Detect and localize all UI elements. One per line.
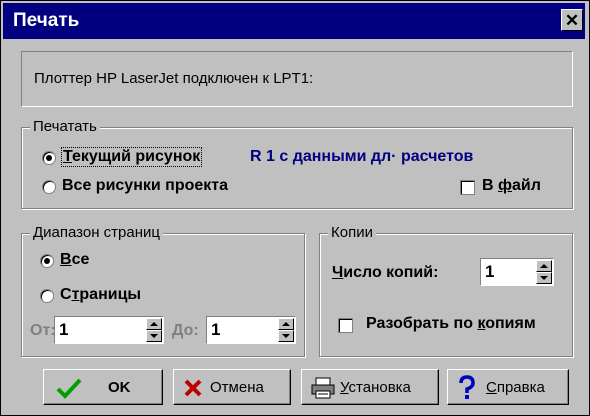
setup-label: Установка xyxy=(340,379,411,396)
from-value[interactable]: 1 xyxy=(59,320,68,340)
printer-icon xyxy=(311,377,335,399)
question-icon xyxy=(459,375,475,399)
ok-label: OK xyxy=(108,379,131,396)
all-drawings-label[interactable]: Все рисунки проекта xyxy=(62,177,228,195)
title-bar: Печать ✕ xyxy=(3,3,585,39)
collate-label[interactable]: Разобрать по копиям xyxy=(366,315,536,333)
copies-count-label: Число копий: xyxy=(332,264,439,281)
print-dialog: Печать ✕ Плоттер HP LaserJet подключен к… xyxy=(0,0,590,416)
drawing-name: R 1 с данными дл· расчетов xyxy=(250,148,474,165)
copies-spin-arrows xyxy=(536,260,552,284)
to-value[interactable]: 1 xyxy=(211,320,220,340)
from-spinner[interactable]: 1 xyxy=(54,316,164,344)
copies-spinner[interactable]: 1 xyxy=(480,258,554,286)
spin-down-icon[interactable] xyxy=(536,272,552,284)
help-button[interactable]: Справка xyxy=(447,369,569,405)
to-file-label[interactable]: В файл xyxy=(482,177,541,195)
cancel-button[interactable]: Отмена xyxy=(173,369,291,405)
current-drawing-radio[interactable] xyxy=(42,151,56,165)
print-group-legend: Печатать xyxy=(30,118,100,135)
to-spin-arrows xyxy=(278,318,294,342)
spin-up-icon[interactable] xyxy=(536,260,552,272)
all-drawings-radio[interactable] xyxy=(42,180,56,194)
from-label: От: xyxy=(30,322,56,339)
copies-value[interactable]: 1 xyxy=(485,262,494,282)
range-pages-radio[interactable] xyxy=(40,289,54,303)
spin-down-icon[interactable] xyxy=(278,330,294,342)
check-icon xyxy=(56,378,82,399)
cancel-label: Отмена xyxy=(210,379,264,396)
range-pages-label[interactable]: Страницы xyxy=(60,286,141,304)
collate-checkbox[interactable] xyxy=(338,318,353,333)
dialog-title: Печать xyxy=(13,10,80,31)
printer-info-text: Плоттер HP LaserJet подключен к LPT1: xyxy=(34,70,314,87)
help-label: Справка xyxy=(486,379,545,396)
ok-button[interactable]: OK xyxy=(43,369,163,405)
setup-button[interactable]: Установка xyxy=(301,369,439,405)
page-range-group: Диапазон страниц Все Страницы От: 1 До: … xyxy=(21,224,305,357)
spin-down-icon[interactable] xyxy=(146,330,162,342)
x-icon xyxy=(184,379,202,397)
spin-up-icon[interactable] xyxy=(278,318,294,330)
to-spinner[interactable]: 1 xyxy=(206,316,296,344)
range-all-label[interactable]: Все xyxy=(60,251,89,269)
page-range-legend: Диапазон страниц xyxy=(30,224,163,241)
current-drawing-label[interactable]: Текущий рисунок xyxy=(60,147,203,167)
copies-group: Копии Число копий: 1 Разобрать по копиям xyxy=(319,224,573,357)
print-group: Печатать Текущий рисунок R 1 с данными д… xyxy=(21,118,573,209)
from-spin-arrows xyxy=(146,318,162,342)
range-all-radio[interactable] xyxy=(40,254,54,268)
to-file-checkbox[interactable] xyxy=(460,180,475,195)
copies-legend: Копии xyxy=(328,224,376,241)
to-label: До: xyxy=(172,322,199,339)
spin-up-icon[interactable] xyxy=(146,318,162,330)
close-icon[interactable]: ✕ xyxy=(561,9,583,31)
printer-info-panel: Плоттер HP LaserJet подключен к LPT1: xyxy=(21,51,573,107)
